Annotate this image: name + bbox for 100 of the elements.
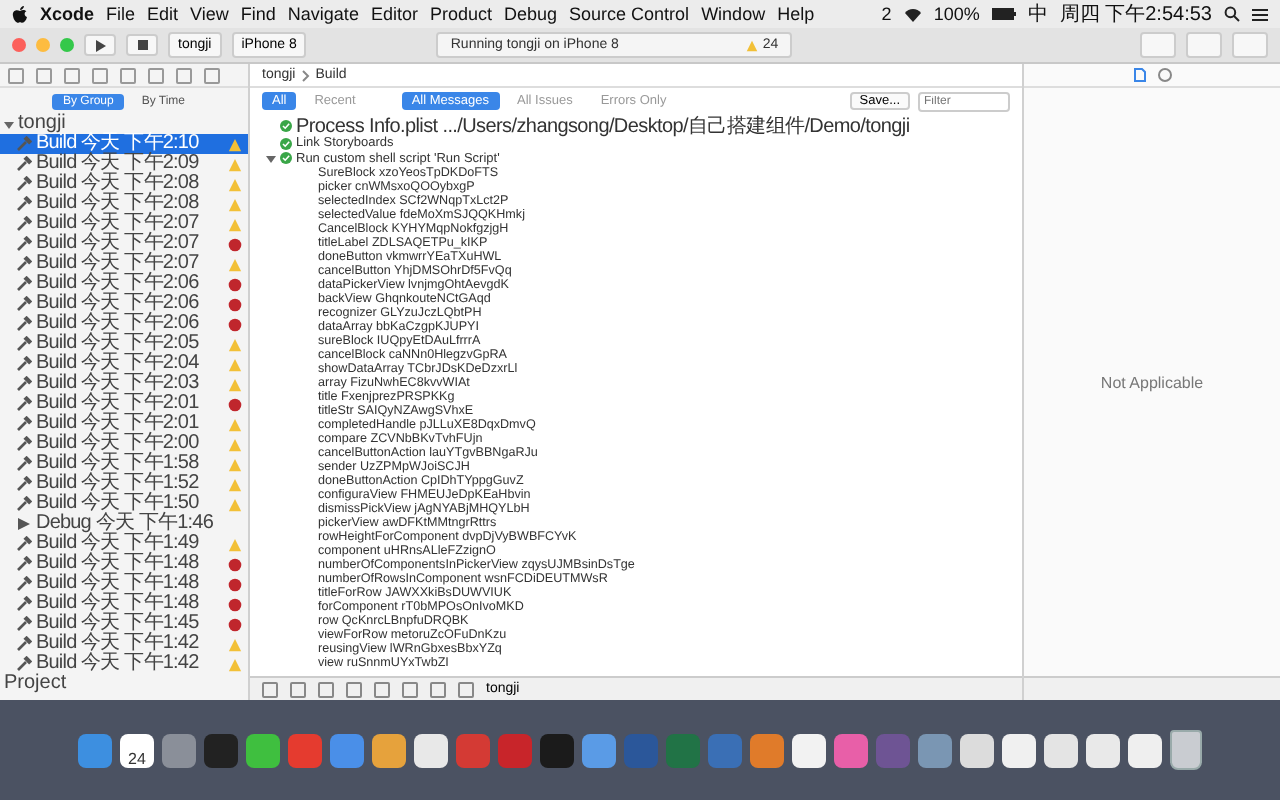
app-icon[interactable] [1044, 733, 1078, 767]
notification-count[interactable]: 2 [881, 4, 892, 24]
inspector-message: Not Applicable [1100, 373, 1204, 391]
hammer-icon [16, 656, 32, 672]
file-icon[interactable] [1133, 68, 1145, 82]
build-log-item[interactable]: Build 今天 下午1:45 [0, 614, 248, 634]
app-icon[interactable] [1128, 733, 1162, 767]
wifi-icon[interactable] [903, 7, 922, 21]
stop-icon [137, 40, 147, 50]
build-log-item[interactable]: Build 今天 下午2:06 [0, 274, 248, 294]
menu-item[interactable]: Xcode [40, 4, 95, 24]
input-method[interactable]: 中 [1027, 0, 1048, 28]
build-log-item[interactable]: Build 今天 下午2:06 [0, 314, 248, 334]
app-icon[interactable] [1086, 733, 1120, 767]
hammer-icon [16, 436, 32, 452]
warning-icon [746, 39, 759, 51]
stop-button[interactable] [126, 34, 158, 56]
hammer-icon [16, 376, 32, 392]
build-log-item[interactable]: Build 今天 下午2:07 [0, 254, 248, 274]
build-log-item[interactable]: Build 今天 下午1:58 [0, 454, 248, 474]
build-log-item[interactable]: Build 今天 下午2:07 [0, 214, 248, 234]
play-icon [95, 39, 105, 51]
build-log-item[interactable]: Build 今天 下午1:48 [0, 574, 248, 594]
build-step[interactable]: Process Info.plist .../Users/zhangsong/Desktop/自己搭建组件/Demo/tongji [266, 114, 1022, 136]
menu-item[interactable]: Editor [370, 4, 418, 24]
hammer-icon [16, 356, 32, 372]
hammer-icon [16, 136, 32, 152]
trash-icon[interactable] [1170, 730, 1202, 770]
hammer-icon [16, 276, 32, 292]
menu-item[interactable]: File [106, 4, 136, 24]
calendar-icon[interactable]: 24 [120, 733, 154, 767]
clock-icon[interactable] [1157, 68, 1171, 82]
app-icon[interactable] [792, 733, 826, 767]
build-log-item[interactable]: Build 今天 下午2:06 [0, 294, 248, 314]
apple-icon[interactable] [12, 5, 28, 23]
build-log-item[interactable]: Build 今天 下午1:48 [0, 554, 248, 574]
run-button[interactable] [84, 34, 116, 56]
hammer-icon [16, 396, 32, 412]
build-log-item[interactable]: Build 今天 下午2:01 [0, 414, 248, 434]
app-icon[interactable] [960, 733, 994, 767]
app-icon[interactable] [1002, 733, 1036, 767]
hammer-icon [16, 316, 32, 332]
menu-item[interactable]: Source Control [569, 4, 690, 24]
hammer-icon [16, 156, 32, 172]
menu-icon[interactable] [1252, 7, 1268, 21]
editor-mode-button[interactable] [1140, 32, 1176, 58]
search-icon[interactable] [1224, 6, 1240, 22]
hammer-icon [16, 256, 32, 272]
build-log-item[interactable]: Build 今天 下午2:00 [0, 434, 248, 454]
checkmark-icon [280, 119, 292, 131]
build-log-item[interactable]: Debug 今天 下午1:46 [0, 514, 248, 534]
close-button[interactable] [12, 38, 26, 52]
app-icon[interactable] [372, 733, 406, 767]
battery-icon[interactable] [991, 8, 1016, 20]
chevron-icon [301, 69, 310, 81]
build-log-item[interactable]: Build 今天 下午2:07 [0, 234, 248, 254]
panel-toggle-button[interactable] [1232, 32, 1268, 58]
build-log-item[interactable]: Build 今天 下午2:04 [0, 354, 248, 374]
build-log-item[interactable]: Build 今天 下午1:48 [0, 594, 248, 614]
project-row[interactable]: tongji [0, 114, 248, 134]
menu-item[interactable]: Product [429, 4, 492, 24]
build-log-item[interactable]: Build 今天 下午2:09 [0, 154, 248, 174]
menu-item[interactable]: Find [240, 4, 276, 24]
hammer-icon [16, 616, 32, 632]
build-log-item[interactable]: Build 今天 下午2:01 [0, 394, 248, 414]
hammer-icon [16, 296, 32, 312]
menu-item[interactable]: Navigate [287, 4, 359, 24]
build-log-item[interactable]: Build 今天 下午2:03 [0, 374, 248, 394]
hammer-icon [16, 536, 32, 552]
build-log-item[interactable]: Build 今天 下午2:08 [0, 174, 248, 194]
menu-clock[interactable]: 周四 下午2:54:53 [1059, 0, 1212, 28]
build-log-item[interactable]: Build 今天 下午1:50 [0, 494, 248, 514]
build-log-item[interactable]: Build 今天 下午1:42 [0, 634, 248, 654]
menu-item[interactable]: Help [777, 4, 815, 24]
menu-item[interactable]: Window [701, 4, 766, 24]
build-log-item[interactable]: Build 今天 下午2:08 [0, 194, 248, 214]
hammer-icon [16, 216, 32, 232]
hammer-icon [16, 576, 32, 592]
play-icon [16, 516, 32, 532]
build-log-item[interactable]: Build 今天 下午2:05 [0, 334, 248, 354]
battery-percentage[interactable]: 100% [933, 4, 980, 24]
build-log-item[interactable]: Build 今天 下午1:49 [0, 534, 248, 554]
hammer-icon [16, 496, 32, 512]
menu-item[interactable]: Debug [504, 4, 558, 24]
app-icon[interactable] [246, 733, 280, 767]
menu-item[interactable]: Edit [147, 4, 179, 24]
hammer-icon [16, 196, 32, 212]
hammer-icon [16, 596, 32, 612]
hammer-icon [16, 416, 32, 432]
disclosure-icon[interactable] [266, 153, 276, 164]
build-log-item[interactable]: Build 今天 下午2:10 [0, 134, 248, 154]
panel-toggle-button[interactable] [1186, 32, 1222, 58]
build-log-item[interactable]: Build 今天 下午1:52 [0, 474, 248, 494]
disclosure-icon[interactable] [4, 119, 14, 129]
build-log-item[interactable]: Build 今天 下午1:42 [0, 654, 248, 674]
zoom-button[interactable] [60, 38, 74, 52]
hammer-icon [16, 176, 32, 192]
project-row[interactable]: Project [0, 674, 248, 694]
menu-item[interactable]: View [190, 4, 229, 24]
app-icon[interactable] [414, 733, 448, 767]
